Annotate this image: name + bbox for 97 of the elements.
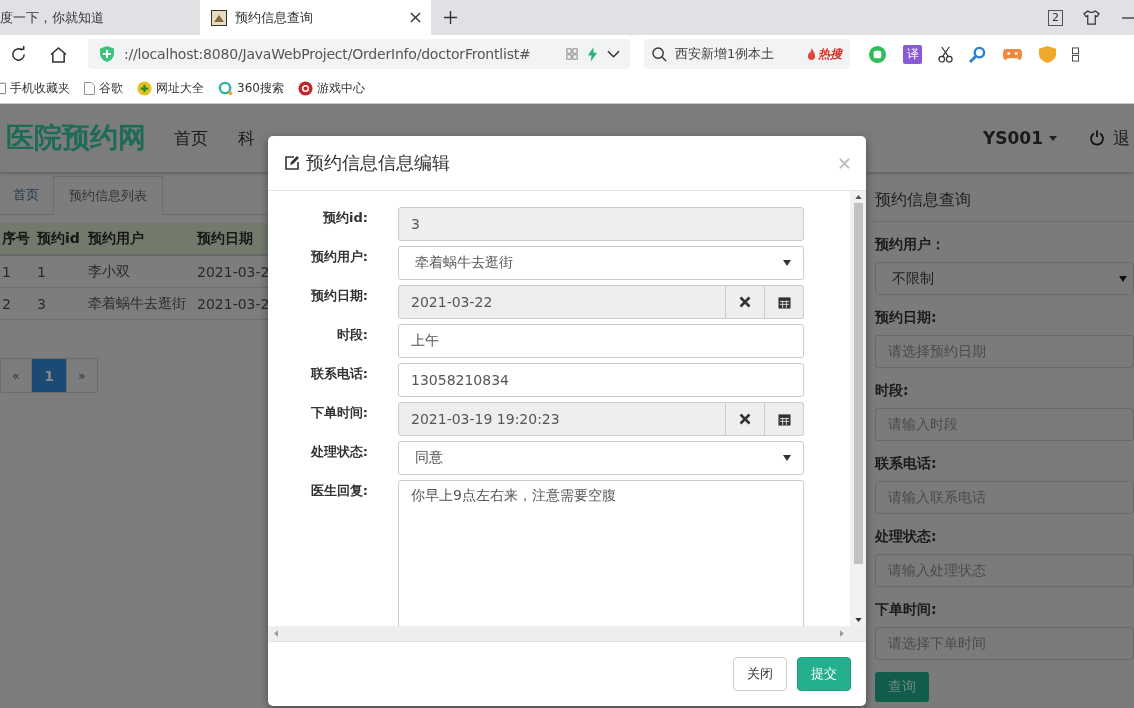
minimize-icon[interactable] — [1122, 16, 1134, 19]
chevron-down-icon[interactable] — [607, 50, 620, 58]
date-field[interactable]: 2021-03-22 — [398, 285, 726, 319]
table-cell-text: 牵着蜗牛去逛街 — [87, 294, 187, 313]
hot-search-label[interactable]: 热搜 — [818, 45, 842, 63]
translate-button[interactable]: 译 — [903, 44, 922, 64]
field-label: 时段: — [875, 382, 910, 400]
table-cell-text: 2 — [1, 295, 12, 312]
field-label: 预约日期: — [875, 309, 938, 327]
tab-title: 预约信息查询 — [235, 8, 314, 27]
panel-title: 预约信息查询 — [871, 190, 1134, 222]
column-header: 序号 — [1, 229, 31, 248]
page-tab[interactable]: 首页 — [0, 176, 53, 214]
field-label: 预约用户： — [875, 236, 946, 254]
field-label: 下单时间: — [309, 404, 369, 422]
power-icon — [1089, 130, 1105, 146]
select-field[interactable]: 同意 — [398, 441, 804, 475]
calendar-button[interactable] — [765, 285, 804, 319]
page-icon — [84, 81, 95, 95]
table-cell-text: 2021-03-2 — [196, 263, 271, 280]
column-header: 预约用户 — [86, 229, 145, 248]
tab-title: 度一下，你就知道 — [0, 8, 104, 27]
nav-link[interactable]: 科 — [238, 126, 255, 150]
reload-icon[interactable] — [10, 45, 27, 63]
vertical-scrollbar[interactable] — [850, 191, 866, 626]
tab-count[interactable]: 2 — [1048, 9, 1063, 26]
scroll-down-arrow-icon[interactable] — [854, 618, 862, 622]
search-icon — [652, 46, 667, 62]
submit-button[interactable]: 提交 — [797, 657, 851, 691]
shirt-icon[interactable] — [1083, 10, 1100, 25]
bookmark-item[interactable]: 网址大全 — [137, 79, 204, 97]
bookmark-item[interactable]: 谷歌 — [84, 79, 123, 97]
logout-link[interactable]: 退 — [1089, 126, 1130, 150]
scissors-icon[interactable] — [938, 45, 953, 63]
field-label: 医生回复: — [309, 482, 369, 500]
close-icon[interactable] — [410, 12, 421, 23]
browser-tab[interactable]: 度一下，你就知道 — [0, 0, 190, 35]
caret-icon — [783, 455, 791, 461]
page-button[interactable]: 1 — [32, 359, 67, 392]
edit-icon — [284, 155, 300, 171]
field-label: 处理状态: — [309, 443, 369, 461]
clear-button[interactable] — [726, 285, 765, 319]
calendar-icon — [777, 295, 791, 309]
plus-circle-icon — [137, 80, 152, 96]
game-center-icon — [297, 80, 313, 96]
bookmark-item[interactable]: 游戏中心 — [297, 79, 365, 97]
magnifier-icon[interactable] — [969, 45, 986, 63]
calendar-icon — [777, 412, 791, 426]
field-label: 预约日期: — [309, 287, 369, 305]
select-field[interactable]: 牵着蜗牛去逛街 — [398, 246, 804, 280]
table-cell-text: 2021-03-2 — [196, 295, 271, 312]
flame-icon — [807, 47, 816, 61]
date-field[interactable]: 2021-03-19 19:20:23 — [398, 402, 726, 436]
phone-icon — [0, 81, 6, 95]
close-icon — [739, 296, 751, 308]
field-label: 预约用户: — [309, 248, 369, 266]
field-label: 时段: — [335, 326, 369, 344]
table-cell-text: 1 — [1, 263, 12, 280]
close-button[interactable]: 关闭 — [733, 657, 787, 691]
caret-icon — [1049, 135, 1057, 141]
field-label: 下单时间: — [875, 601, 938, 619]
ring-icon — [218, 80, 233, 96]
page-button[interactable]: » — [67, 359, 97, 392]
close-icon — [739, 413, 751, 425]
dialog-title: 预约信息信息编辑 — [306, 151, 450, 175]
select-field[interactable]: 不限制 — [875, 262, 1134, 295]
scroll-up-arrow-icon[interactable] — [854, 195, 862, 199]
table-cell-text: 3 — [36, 295, 47, 312]
field-label: 处理状态: — [875, 528, 938, 546]
shield-icon — [100, 46, 114, 62]
search-field[interactable]: 西安新增1例本土 热搜 — [644, 39, 850, 69]
bookmark-item[interactable]: 手机收藏夹 — [0, 79, 70, 97]
picture-favicon-icon — [211, 9, 227, 26]
field-label: 联系电话: — [309, 365, 369, 383]
nav-link[interactable]: 首页 — [174, 126, 208, 150]
field-label: 联系电话: — [875, 455, 938, 473]
user-menu[interactable]: YS001 — [982, 128, 1057, 148]
reply-textarea[interactable]: 你早上9点左右来，注意需要空腹 — [398, 480, 804, 626]
column-header: 预约日期 — [195, 229, 254, 248]
bookmark-item[interactable]: 360搜索 — [218, 79, 284, 97]
page-tab[interactable]: 预约信息列表 — [53, 176, 163, 215]
grid-icon[interactable] — [1072, 46, 1079, 62]
plus-icon[interactable] — [443, 10, 458, 25]
table-cell-text: 李小双 — [87, 262, 131, 281]
input-field[interactable]: 13058210834 — [398, 363, 804, 397]
column-header: 预约id — [35, 229, 81, 248]
field-label: 预约id: — [322, 209, 369, 227]
clear-button[interactable] — [726, 402, 765, 436]
caret-icon — [783, 260, 791, 266]
table-cell-text: 1 — [36, 263, 47, 280]
home-icon[interactable] — [49, 45, 68, 63]
input-field[interactable]: 3 — [398, 207, 804, 241]
browser-tab[interactable]: 预约信息查询 — [200, 0, 431, 35]
caret-icon — [1119, 275, 1127, 282]
input-field[interactable]: 上午 — [398, 324, 804, 358]
calendar-button[interactable] — [765, 402, 804, 436]
address-field[interactable]: ://localhost:8080/JavaWebProject/OrderInfo/doctorFrontlist# — [88, 39, 630, 69]
